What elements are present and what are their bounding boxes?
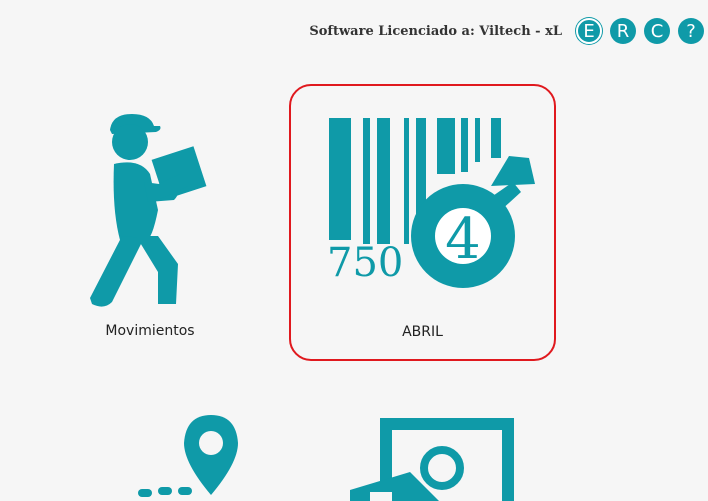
product-photo-icon xyxy=(350,418,514,501)
tile-movimientos[interactable]: Movimientos xyxy=(40,90,260,360)
r-button[interactable]: R xyxy=(610,18,636,44)
license-text: Software Licenciado a: Viltech - xL xyxy=(309,23,562,39)
e-button[interactable]: E xyxy=(576,18,602,44)
c-button[interactable]: C xyxy=(644,18,670,44)
license-bar: Software Licenciado a: Viltech - xL E R … xyxy=(309,18,704,44)
barcode-number: 750 xyxy=(327,240,403,286)
route-pin-icon xyxy=(138,415,238,497)
barcode-search-icon: 750 4 xyxy=(327,118,535,288)
lens-number: 4 xyxy=(445,207,481,272)
tile-label-movimientos: Movimientos xyxy=(105,323,195,339)
delivery-man-icon xyxy=(90,114,207,307)
tile-route[interactable] xyxy=(110,405,270,501)
tile-label-abril: ABRIL xyxy=(402,324,443,340)
help-button[interactable]: ? xyxy=(678,18,704,44)
tile-abril[interactable]: 750 4 ABRIL xyxy=(289,84,556,361)
tile-product[interactable] xyxy=(340,410,530,501)
